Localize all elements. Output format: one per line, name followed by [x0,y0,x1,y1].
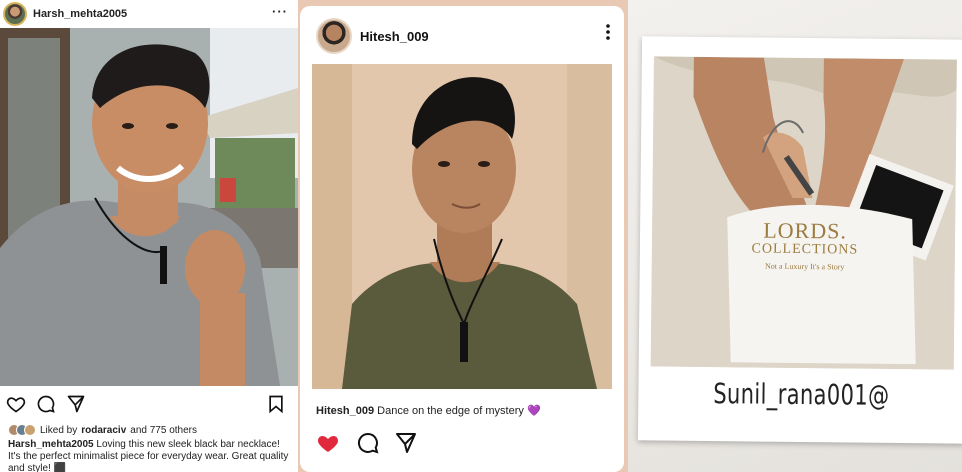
polaroid-card-sunil: LORDS. COLLECTIONS Not a Luxury It's a S… [628,0,962,472]
photo-illustration [0,28,298,386]
avatar[interactable] [3,2,27,26]
heart-icon[interactable] [316,431,340,455]
liked-by-suffix[interactable]: and 775 others [130,425,197,436]
liked-by: Liked by rodaraciv and 775 others [8,424,197,436]
polaroid-signature: Sunil_rana001@ [713,377,890,412]
post-frame: Hitesh_009 Hitesh_009 Dance on the edge … [300,6,624,472]
caption-username[interactable]: Hitesh_009 [316,405,374,417]
photo-illustration [650,56,957,370]
post-actions [0,386,298,422]
post-header: Hitesh_009 [316,18,429,54]
liked-by-prefix: Liked by [40,424,78,436]
caption-text: Dance on the edge of mystery 💜 [374,405,541,417]
liker-avatars [8,424,36,436]
comment-icon[interactable] [356,431,380,455]
liked-by-user[interactable]: rodaraciv [81,425,126,436]
post-card-harsh: Harsh_mehta2005 ··· Liked by rodaraciv a… [0,0,298,472]
post-header: Harsh_mehta2005 ··· [0,0,298,28]
more-icon[interactable] [606,24,610,40]
post-photo[interactable] [312,64,612,389]
post-username[interactable]: Harsh_mehta2005 [33,8,127,20]
bookmark-icon[interactable] [266,394,286,414]
more-icon[interactable]: ··· [272,4,288,19]
comment-icon[interactable] [36,394,56,414]
brand-tagline: Not a Luxury It's a Story [764,261,845,272]
share-icon[interactable] [66,394,86,414]
share-icon[interactable] [394,431,418,455]
post-caption: Hitesh_009 Dance on the edge of mystery … [316,404,541,417]
polaroid-photo[interactable] [650,56,957,370]
post-caption: Harsh_mehta2005 Loving this new sleek bl… [8,439,290,472]
polaroid-frame: LORDS. COLLECTIONS Not a Luxury It's a S… [637,36,962,444]
photo-illustration [312,64,612,389]
avatar[interactable] [316,18,352,54]
post-photo[interactable] [0,28,298,386]
post-username[interactable]: Hitesh_009 [360,29,429,44]
heart-icon[interactable] [6,394,26,414]
brand-subtitle: COLLECTIONS [751,241,859,258]
post-card-hitesh: Hitesh_009 Hitesh_009 Dance on the edge … [298,0,628,472]
caption-username[interactable]: Harsh_mehta2005 [8,439,94,450]
